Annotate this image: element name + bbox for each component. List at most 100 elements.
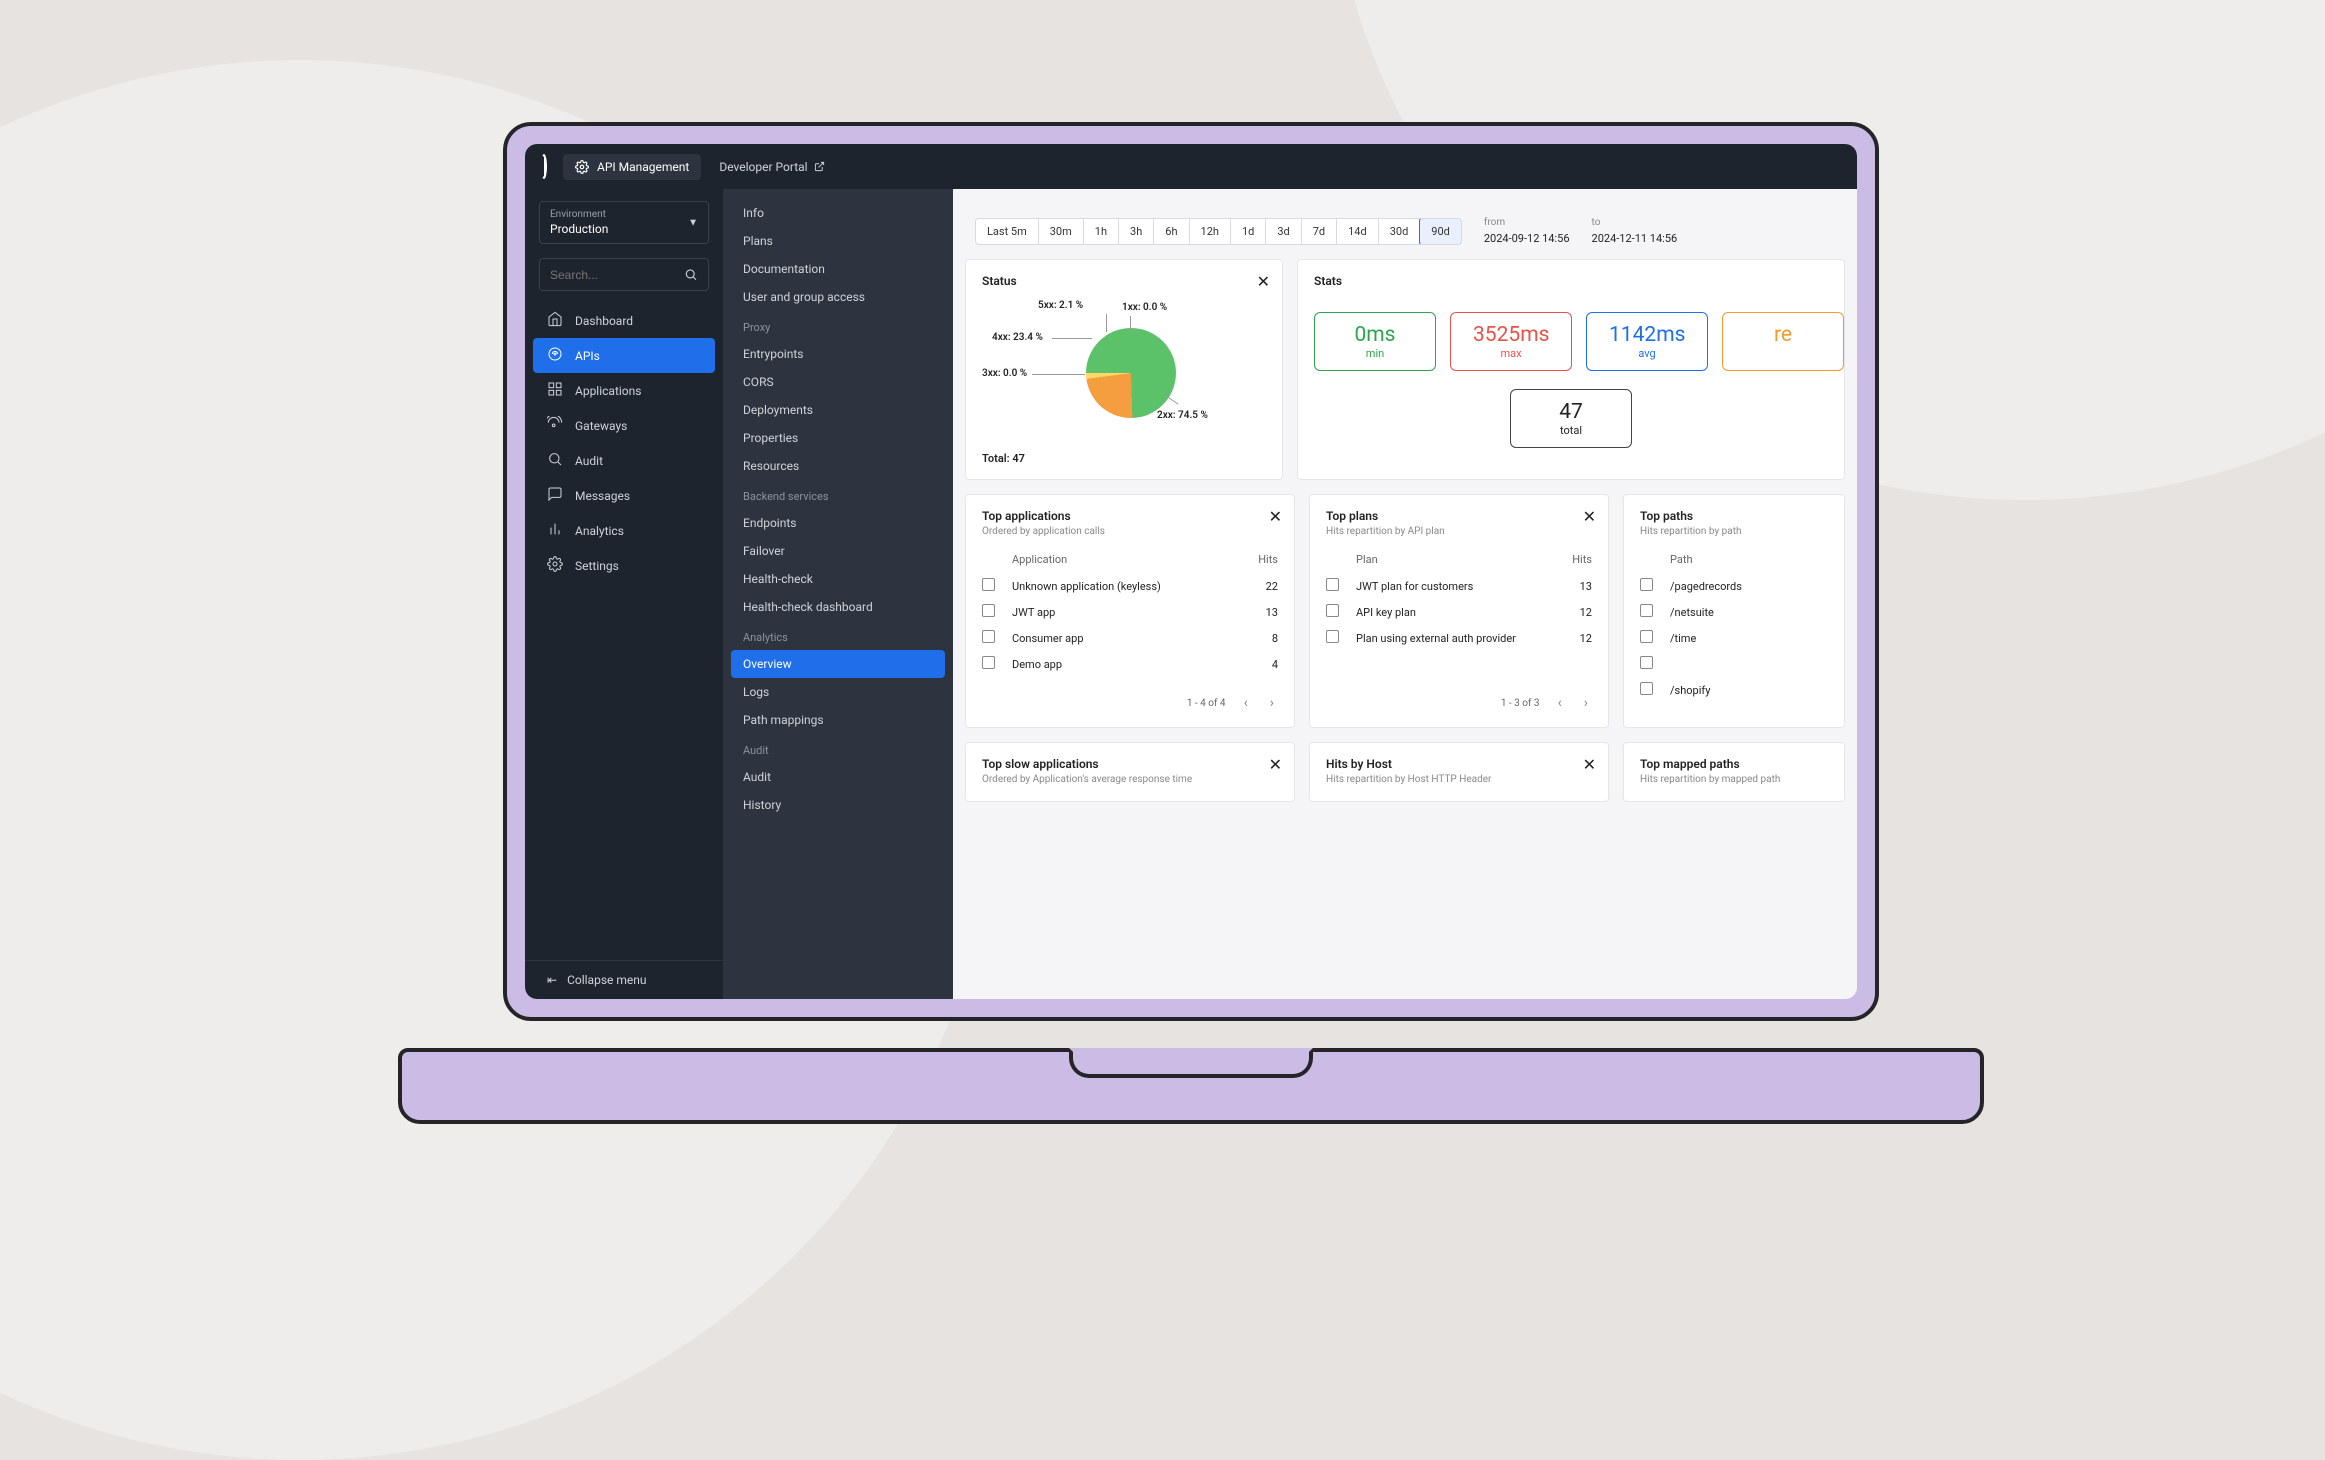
table-row[interactable]: /pagedrecords [1640, 573, 1828, 599]
close-icon[interactable]: ✕ [1257, 272, 1270, 291]
checkbox[interactable] [1640, 630, 1653, 643]
table-row[interactable]: Plan using external auth provider12 [1326, 625, 1592, 651]
table-row[interactable]: /shopify [1640, 677, 1828, 703]
checkbox[interactable] [1326, 630, 1339, 643]
checkbox[interactable] [1640, 578, 1653, 591]
sidebar-item-gateways[interactable]: Gateways [525, 408, 723, 443]
checkbox[interactable] [982, 578, 995, 591]
subnav-item-documentation[interactable]: Documentation [723, 255, 953, 283]
subnav-item-health-check[interactable]: Health-check [723, 565, 953, 593]
settings-icon [547, 556, 563, 575]
sidebar-item-apis[interactable]: APIs [533, 338, 715, 373]
close-icon[interactable]: ✕ [1269, 507, 1282, 526]
table-row[interactable]: /netsuite [1640, 599, 1828, 625]
sidebar-section-header: Backend services [723, 480, 953, 509]
sidebar-item-dashboard[interactable]: Dashboard [525, 303, 723, 338]
search-input-wrapper[interactable] [539, 258, 709, 291]
collapse-menu-button[interactable]: ⇤ Collapse menu [525, 960, 723, 999]
gateways-icon [547, 416, 563, 435]
subnav-item-plans[interactable]: Plans [723, 227, 953, 255]
time-range-option[interactable]: 6h [1154, 219, 1189, 244]
search-icon [684, 267, 698, 282]
pager-prev-button[interactable]: ‹ [1554, 693, 1566, 713]
subnav-item-resources[interactable]: Resources [723, 452, 953, 480]
status-pie-chart: 1xx: 0.0 % 2xx: 74.5 % 3xx: 0.0 % 4xx: 2… [982, 300, 1266, 450]
subnav-item-health-check-dashboard[interactable]: Health-check dashboard [723, 593, 953, 621]
pager-next-button[interactable]: › [1580, 693, 1592, 713]
developer-portal-link[interactable]: Developer Portal [719, 160, 824, 174]
card-subtitle: Ordered by Application's average respons… [982, 774, 1278, 785]
subnav-item-entrypoints[interactable]: Entrypoints [723, 340, 953, 368]
sidebar-item-applications[interactable]: Applications [525, 373, 723, 408]
sidebar-item-analytics[interactable]: Analytics [525, 513, 723, 548]
checkbox[interactable] [1640, 682, 1653, 695]
subnav-item-logs[interactable]: Logs [723, 678, 953, 706]
sidebar-item-settings[interactable]: Settings [525, 548, 723, 583]
table-row[interactable]: Consumer app8 [982, 625, 1278, 651]
time-range-option[interactable]: 1d [1231, 219, 1266, 244]
subnav-item-history[interactable]: History [723, 791, 953, 819]
from-datetime[interactable]: from 2024-09-12 14:56 [1484, 217, 1570, 245]
logo-icon [541, 157, 547, 176]
environment-selector[interactable]: Environment Production ▼ [539, 201, 709, 244]
time-range-option[interactable]: 90d [1419, 218, 1462, 245]
subnav-item-audit[interactable]: Audit [723, 763, 953, 791]
row-name: Demo app [1012, 658, 1238, 671]
checkbox[interactable] [982, 656, 995, 669]
time-range-group: Last 5m30m1h3h6h12h1d3d7d14d30d90d [975, 218, 1462, 245]
product-switcher[interactable]: API Management [563, 154, 701, 180]
sidebar-item-label: Gateways [575, 419, 627, 433]
audit-icon [547, 451, 563, 470]
checkbox[interactable] [1326, 578, 1339, 591]
time-range-option[interactable]: 14d [1337, 219, 1379, 244]
subnav-item-properties[interactable]: Properties [723, 424, 953, 452]
sidebar-item-audit[interactable]: Audit [525, 443, 723, 478]
environment-value: Production [550, 222, 698, 236]
time-range-option[interactable]: Last 5m [976, 219, 1039, 244]
subnav-item-user-and-group-access[interactable]: User and group access [723, 283, 953, 311]
time-range-option[interactable]: 3d [1266, 219, 1301, 244]
subnav-item-deployments[interactable]: Deployments [723, 396, 953, 424]
time-range-option[interactable]: 12h [1190, 219, 1231, 244]
row-hits: 12 [1552, 632, 1592, 645]
subnav-item-path-mappings[interactable]: Path mappings [723, 706, 953, 734]
pie-slice-3xx-label: 3xx: 0.0 % [982, 368, 1027, 379]
subnav-item-cors[interactable]: CORS [723, 368, 953, 396]
checkbox[interactable] [982, 604, 995, 617]
stat-value: 3525ms [1473, 323, 1549, 347]
subnav-item-overview[interactable]: Overview [731, 650, 945, 678]
messages-icon [547, 486, 563, 505]
table-row[interactable]: /time [1640, 625, 1828, 651]
table-row[interactable]: JWT plan for customers13 [1326, 573, 1592, 599]
table-header: Plan Hits [1326, 537, 1592, 573]
stat-box-min: 0msmin [1314, 312, 1436, 371]
subnav-item-endpoints[interactable]: Endpoints [723, 509, 953, 537]
table-row[interactable]: API key plan12 [1326, 599, 1592, 625]
checkbox[interactable] [1640, 656, 1653, 669]
subnav-item-failover[interactable]: Failover [723, 537, 953, 565]
pager-prev-button[interactable]: ‹ [1240, 693, 1252, 713]
close-icon[interactable]: ✕ [1583, 755, 1596, 774]
time-range-option[interactable]: 30m [1039, 219, 1084, 244]
table-row[interactable]: JWT app13 [982, 599, 1278, 625]
pager-next-button[interactable]: › [1266, 693, 1278, 713]
table-row[interactable] [1640, 651, 1828, 677]
time-range-option[interactable]: 3h [1119, 219, 1154, 244]
search-input[interactable] [550, 268, 684, 282]
close-icon[interactable]: ✕ [1269, 755, 1282, 774]
subnav-item-info[interactable]: Info [723, 199, 953, 227]
time-range-option[interactable]: 30d [1379, 219, 1421, 244]
close-icon[interactable]: ✕ [1583, 507, 1596, 526]
checkbox[interactable] [1326, 604, 1339, 617]
table-row[interactable]: Unknown application (keyless)22 [982, 573, 1278, 599]
time-range-option[interactable]: 7d [1302, 219, 1337, 244]
card-title: Top mapped paths [1640, 757, 1828, 771]
checkbox[interactable] [982, 630, 995, 643]
sidebar-item-label: Dashboard [575, 314, 633, 328]
table-row[interactable]: Demo app4 [982, 651, 1278, 677]
to-datetime[interactable]: to 2024-12-11 14:56 [1592, 217, 1678, 245]
stat-box-avg: 1142msavg [1586, 312, 1708, 371]
sidebar-item-messages[interactable]: Messages [525, 478, 723, 513]
checkbox[interactable] [1640, 604, 1653, 617]
time-range-option[interactable]: 1h [1084, 219, 1119, 244]
